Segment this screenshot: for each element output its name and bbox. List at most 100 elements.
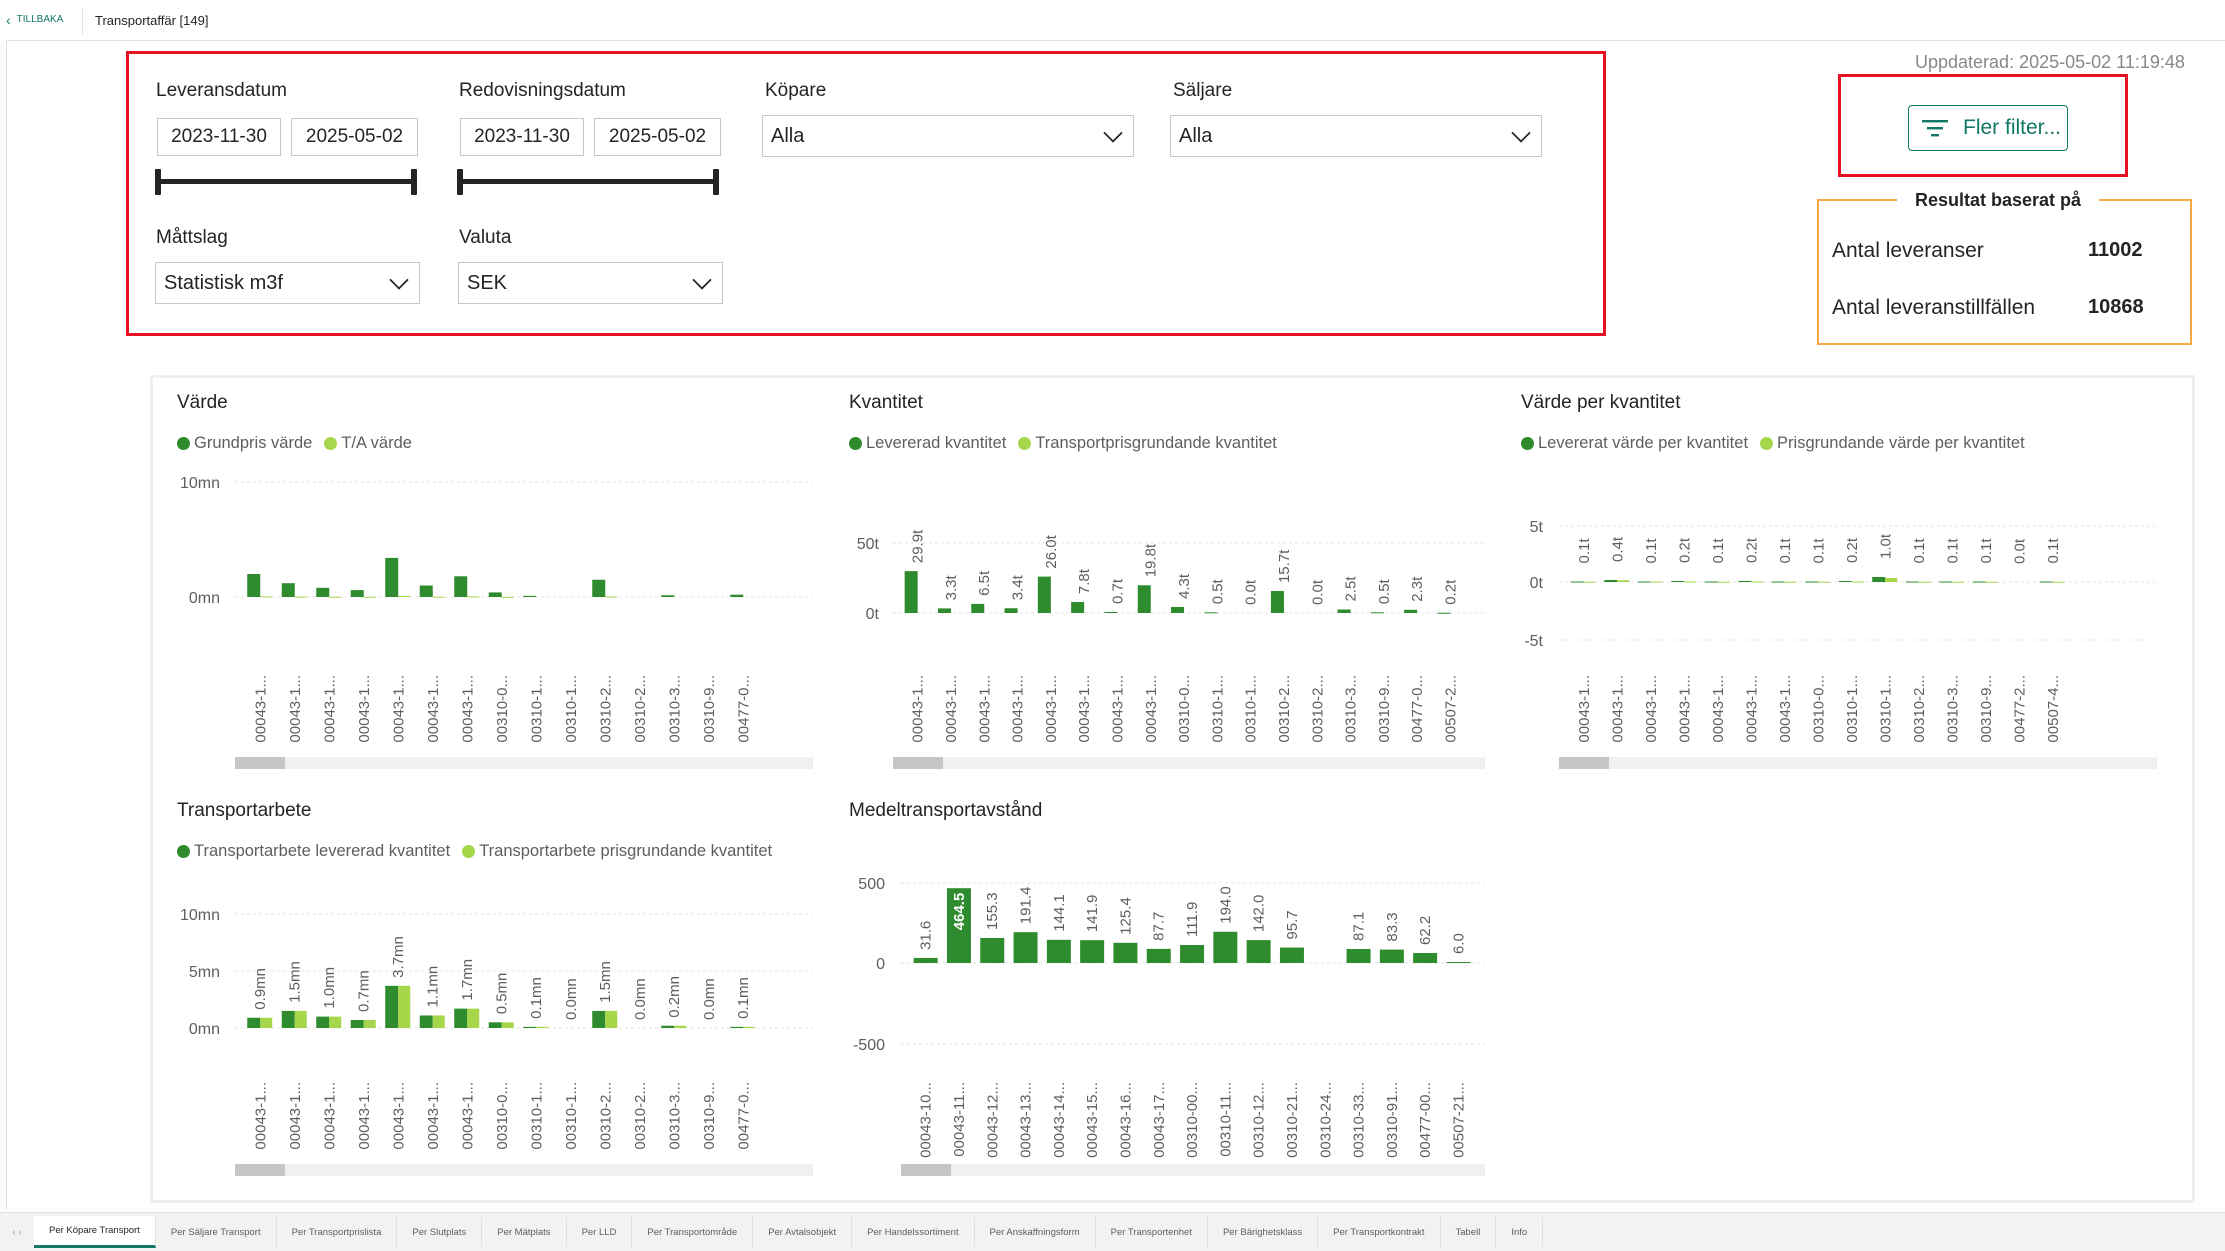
bar[interactable] [419, 1015, 433, 1028]
leveransdatum-from-input[interactable]: 2023-11-30 [157, 118, 281, 156]
bar[interactable] [1805, 581, 1819, 583]
bar[interactable] [398, 595, 411, 597]
tab-item[interactable]: Per Transportprislista [277, 1217, 398, 1247]
tab-item[interactable]: Per Säljare Transport [156, 1217, 277, 1247]
bar[interactable] [1583, 581, 1596, 583]
tab-item[interactable]: Per Transportenhet [1096, 1217, 1208, 1247]
bar[interactable] [294, 596, 307, 598]
tab-item[interactable]: Per Mätplats [482, 1217, 567, 1247]
scrollbar-track[interactable] [235, 757, 813, 769]
bar[interactable] [1137, 585, 1151, 613]
bar[interactable] [605, 1010, 618, 1028]
bar[interactable] [1046, 939, 1071, 963]
chart-kvantitet[interactable]: Kvantitet Levererad kvantitet Transportp… [835, 385, 1495, 775]
bar[interactable] [1671, 581, 1685, 582]
bar[interactable] [281, 1010, 295, 1028]
bar[interactable] [980, 937, 1005, 963]
bar[interactable] [385, 985, 399, 1028]
bar[interactable] [1146, 948, 1171, 963]
tab-item[interactable]: Info [1496, 1217, 1544, 1247]
bar[interactable] [1270, 591, 1284, 613]
scrollbar-track[interactable] [1559, 757, 2157, 769]
bar[interactable] [1104, 612, 1118, 614]
bar[interactable] [501, 1022, 514, 1028]
scrollbar-thumb[interactable] [235, 1164, 285, 1176]
bar[interactable] [247, 1017, 261, 1028]
bar[interactable] [1279, 947, 1304, 963]
scrollbar-thumb[interactable] [893, 757, 943, 769]
bar[interactable] [1952, 581, 1965, 583]
bar[interactable] [1013, 932, 1038, 963]
tab-item[interactable]: Tabell [1441, 1217, 1497, 1247]
bar[interactable] [260, 1017, 273, 1028]
bar[interactable] [971, 603, 985, 613]
back-button[interactable]: ‹ TILLBAKA [6, 13, 63, 27]
bar[interactable] [592, 579, 606, 597]
tab-item[interactable]: Per Handelssortiment [852, 1217, 975, 1247]
scrollbar-track[interactable] [235, 1164, 813, 1176]
bar[interactable] [913, 957, 938, 963]
tab-item[interactable]: Per Transportkontrakt [1318, 1217, 1441, 1247]
tab-item[interactable]: Per Bärighetsklass [1208, 1217, 1319, 1247]
bar[interactable] [1379, 949, 1404, 963]
bar[interactable] [1337, 609, 1351, 614]
bar[interactable] [1413, 952, 1438, 963]
redovisningsdatum-slider-end-handle[interactable] [713, 169, 719, 195]
bar[interactable] [1771, 581, 1785, 583]
bar[interactable] [294, 1010, 307, 1028]
bar[interactable] [1370, 612, 1384, 614]
tab-item[interactable]: Per LLD [567, 1217, 633, 1247]
bar[interactable] [467, 1008, 480, 1028]
bar[interactable] [730, 594, 744, 597]
bar[interactable] [1204, 612, 1218, 614]
bar[interactable] [1872, 577, 1886, 582]
scrollbar-track[interactable] [901, 1164, 1485, 1176]
bar[interactable] [1080, 940, 1105, 963]
tab-item[interactable]: Per Anskaffningsform [975, 1217, 1096, 1247]
bar[interactable] [1650, 581, 1663, 583]
bar[interactable] [467, 596, 480, 598]
bar[interactable] [1751, 581, 1764, 583]
redovisningsdatum-slider-track[interactable] [460, 179, 718, 184]
bar[interactable] [1684, 581, 1697, 583]
bar[interactable] [363, 596, 376, 598]
bar[interactable] [1037, 576, 1051, 613]
bar[interactable] [1071, 602, 1085, 613]
mattslag-dropdown[interactable]: Statistisk m3f [155, 262, 420, 304]
chart-varde[interactable]: Värde Grundpris värde T/A värde 10mn 0mn 0… [163, 385, 823, 775]
bar[interactable] [730, 1026, 744, 1028]
leveransdatum-to-input[interactable]: 2025-05-02 [291, 118, 418, 156]
bar[interactable] [432, 596, 445, 598]
bar[interactable] [1446, 962, 1471, 964]
redovisningsdatum-to-input[interactable]: 2025-05-02 [594, 118, 721, 156]
bar[interactable] [1885, 578, 1898, 582]
bar[interactable] [1171, 606, 1185, 613]
bar[interactable] [329, 596, 342, 598]
bar[interactable] [329, 1016, 342, 1028]
bar[interactable] [605, 596, 618, 598]
scrollbar-thumb[interactable] [1559, 757, 1609, 769]
bar[interactable] [592, 1010, 606, 1028]
bar[interactable] [454, 576, 468, 597]
scrollbar-track[interactable] [893, 757, 1485, 769]
bar[interactable] [1972, 581, 1986, 583]
bar[interactable] [661, 595, 675, 597]
bar[interactable] [1818, 581, 1831, 583]
saljare-dropdown[interactable]: Alla [1170, 115, 1542, 157]
bar[interactable] [1617, 580, 1630, 582]
bar[interactable] [661, 1025, 675, 1028]
bar[interactable] [350, 1020, 364, 1028]
chart-varde-per-kvantitet[interactable]: Värde per kvantitet Levererat värde per … [1507, 385, 2167, 775]
bar[interactable] [1851, 581, 1864, 583]
bar[interactable] [1004, 608, 1018, 613]
valuta-dropdown[interactable]: SEK [458, 262, 723, 304]
bar[interactable] [1784, 581, 1797, 583]
leveransdatum-slider-start-handle[interactable] [155, 169, 161, 195]
leveransdatum-slider-end-handle[interactable] [411, 169, 417, 195]
scrollbar-thumb[interactable] [901, 1164, 951, 1176]
bar[interactable] [523, 1026, 537, 1028]
bar[interactable] [1113, 942, 1138, 963]
bar[interactable] [1604, 580, 1618, 582]
bar[interactable] [260, 596, 273, 598]
bar[interactable] [385, 557, 399, 597]
